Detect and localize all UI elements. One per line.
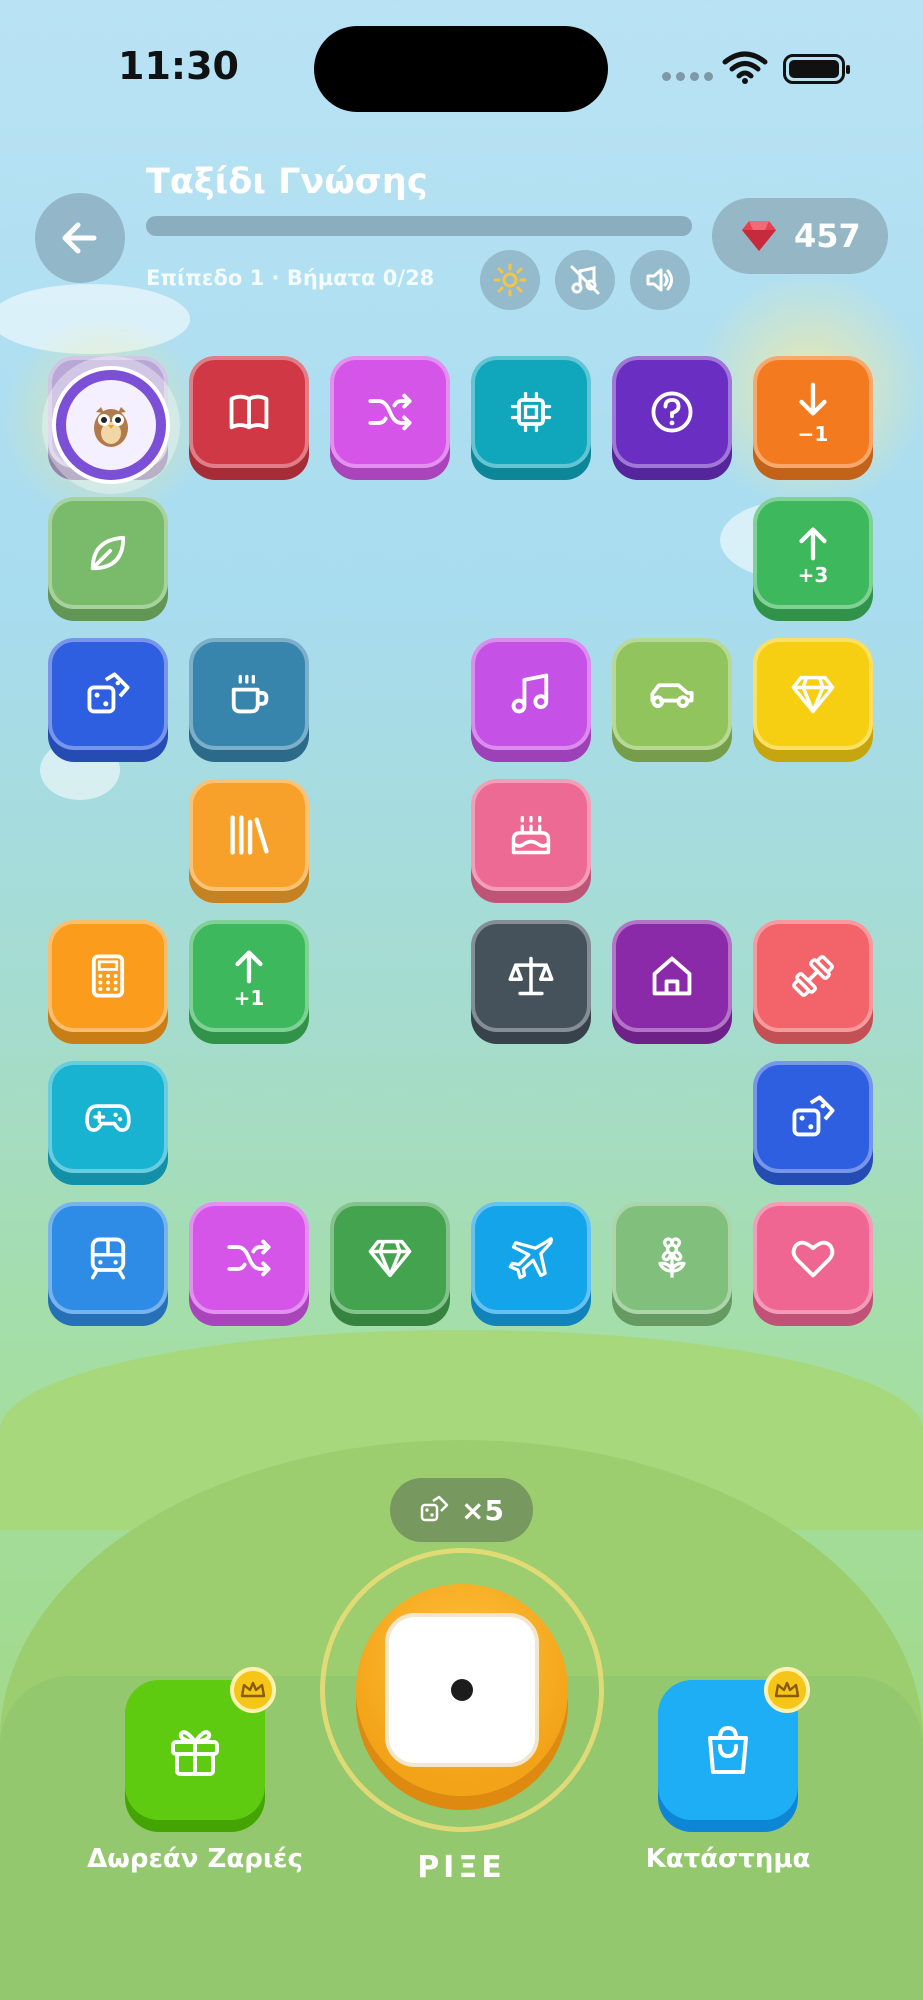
arrow-up-icon <box>235 950 263 984</box>
gamepad-icon <box>85 1104 131 1132</box>
library-icon <box>230 815 269 855</box>
tile-dice-2 <box>753 1061 873 1173</box>
tile-chip <box>471 356 591 468</box>
shopping-bag-icon <box>708 1725 748 1774</box>
tile-car <box>612 638 732 750</box>
car-icon <box>650 683 694 708</box>
free-dice-label: Δωρεάν Ζαριές <box>87 1844 303 1874</box>
arrow-up-icon <box>799 527 827 561</box>
crown-icon <box>240 1681 266 1698</box>
flower-icon <box>658 1237 686 1278</box>
tile-calculator <box>48 920 168 1032</box>
tile-leaf <box>48 497 168 609</box>
chip-icon <box>510 391 552 433</box>
die-face-one <box>385 1613 539 1767</box>
roll-label: ΡΙΞΕ <box>417 1850 506 1885</box>
tile-forward-3: +3 <box>753 497 873 609</box>
crown-badge <box>230 1667 276 1713</box>
tile-gamepad <box>48 1061 168 1173</box>
tile-shuffle-1 <box>330 356 450 468</box>
tile-heart <box>753 1202 873 1314</box>
dumbbell-icon <box>792 955 834 997</box>
dice-icon <box>792 1095 835 1137</box>
plane-icon <box>508 1237 553 1280</box>
tile-library <box>189 779 309 891</box>
coffee-icon <box>231 674 269 714</box>
tile-flower <box>612 1202 732 1314</box>
tile-dice-1 <box>48 638 168 750</box>
tile-forward-1-label: +1 <box>233 986 265 1010</box>
arrow-down-icon <box>799 382 827 416</box>
tile-back-1: −1 <box>753 356 873 468</box>
shuffle-icon <box>227 1239 271 1277</box>
home-icon <box>652 956 692 996</box>
crown-badge <box>764 1667 810 1713</box>
tile-cake <box>471 779 591 891</box>
dice-count-text: ×5 <box>461 1493 504 1527</box>
tile-shuffle-2 <box>189 1202 309 1314</box>
scale-icon <box>508 956 554 996</box>
roll-dice-button[interactable] <box>356 1584 568 1796</box>
owl-avatar-icon <box>66 380 156 470</box>
gem-icon <box>368 1239 412 1278</box>
tile-gem-2 <box>330 1202 450 1314</box>
train-icon <box>90 1237 126 1280</box>
game-board: −1 +3 +1 <box>0 0 923 1400</box>
shuffle-icon <box>368 393 412 431</box>
tile-gem-1 <box>753 638 873 750</box>
cake-icon <box>511 815 551 855</box>
shop-label: Κατάστημα <box>645 1844 811 1874</box>
music-icon <box>511 673 549 714</box>
tile-book <box>189 356 309 468</box>
tile-home <box>612 920 732 1032</box>
player-token <box>52 366 170 484</box>
dice-icon <box>420 1495 449 1522</box>
dice-count-badge: ×5 <box>390 1478 533 1542</box>
owl-icon <box>94 407 128 447</box>
book-icon <box>229 394 269 430</box>
crown-icon <box>774 1681 800 1698</box>
heart-icon <box>791 1240 835 1278</box>
tile-forward-3-label: +3 <box>797 563 829 587</box>
tile-plane <box>471 1202 591 1314</box>
gift-icon <box>171 1730 219 1776</box>
tile-back-1-label: −1 <box>797 422 829 446</box>
question-icon <box>651 391 693 433</box>
tile-music <box>471 638 591 750</box>
leaf-icon <box>90 535 126 571</box>
tile-dumbbell <box>753 920 873 1032</box>
tile-train <box>48 1202 168 1314</box>
calculator-icon <box>91 954 125 998</box>
gem-icon <box>791 675 835 714</box>
dice-icon <box>87 672 130 714</box>
tile-question <box>612 356 732 468</box>
tile-forward-1: +1 <box>189 920 309 1032</box>
tile-scale <box>471 920 591 1032</box>
tile-coffee <box>189 638 309 750</box>
